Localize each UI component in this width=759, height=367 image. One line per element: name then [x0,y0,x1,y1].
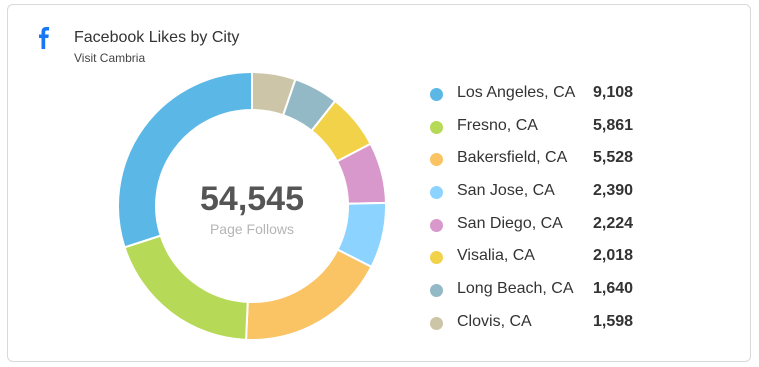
legend-item[interactable]: Visalia, CA 2,018 [428,243,668,276]
legend-item[interactable]: San Jose, CA 2,390 [428,178,668,211]
legend-item[interactable]: Fresno, CA 5,861 [428,113,668,146]
legend-item[interactable]: Los Angeles, CA 9,108 [428,80,668,113]
legend-label: Fresno, CA [457,116,538,134]
legend-label: Visalia, CA [457,247,535,265]
legend-value: 2,018 [593,247,634,265]
chart-title: Facebook Likes by City [74,29,240,46]
donut-slice-bakersfield-ca[interactable] [245,248,373,341]
legend-swatch [430,284,443,298]
legend-label: Los Angeles, CA [457,84,576,101]
legend-swatch [430,251,443,265]
legend-label: San Diego, CA [457,214,563,232]
legend-swatch [430,186,443,200]
legend-label: Long Beach, CA [457,280,574,298]
legend-item[interactable]: Long Beach, CA 1,640 [428,276,668,309]
legend-value: 1,598 [593,312,634,330]
total-follows-value: 54,545 [200,180,304,218]
chart-legend: Los Angeles, CA 9,108 Fresno, CA 5,861 Baker… [428,80,668,342]
chart-subtitle: Visit Cambria [74,51,146,65]
legend-item[interactable]: Bakersfield, CA 5,528 [428,145,668,178]
legend-value: 2,224 [593,214,634,232]
legend-value: 2,390 [593,182,634,200]
donut-slice-fresno-ca[interactable] [123,234,249,341]
legend-label: Clovis, CA [457,312,532,330]
legend-value: 5,528 [593,149,634,167]
legend-item[interactable]: Clovis, CA 1,598 [428,309,668,342]
legend-item[interactable]: San Diego, CA 2,224 [428,211,668,244]
total-follows-label: Page Follows [210,221,294,237]
legend-swatch [430,153,443,167]
legend-swatch [430,120,443,134]
legend-swatch [430,88,443,101]
legend-swatch [430,218,443,232]
donut-chart: 54,545 Page Follows [117,70,387,341]
facebook-icon [39,27,49,49]
legend-value: 1,640 [593,280,634,298]
legend-value: 5,861 [593,116,634,134]
legend-value: 9,108 [593,84,634,101]
legend-swatch [430,316,443,330]
legend-label: Bakersfield, CA [457,149,568,167]
legend-label: San Jose, CA [457,182,555,200]
